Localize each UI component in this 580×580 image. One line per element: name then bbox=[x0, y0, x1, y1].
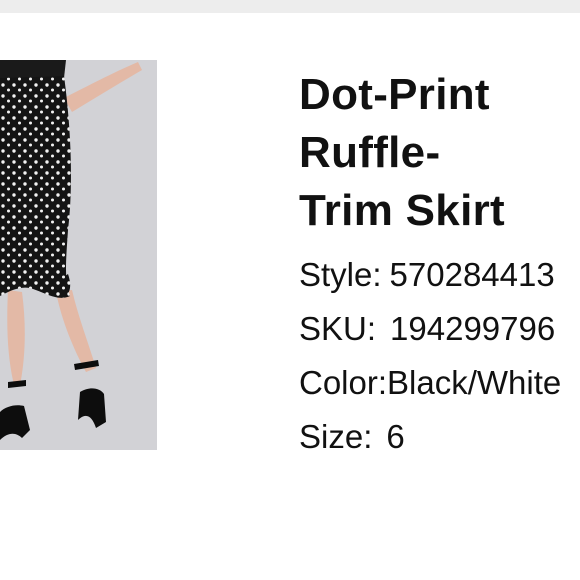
style-label: Style: bbox=[299, 256, 382, 293]
sku-value: 194299796 bbox=[390, 310, 556, 347]
size-value: 6 bbox=[386, 418, 405, 455]
size-row: Size: 6 bbox=[299, 410, 580, 464]
sku-row: SKU: 194299796 bbox=[299, 302, 580, 356]
top-bar bbox=[0, 0, 580, 13]
color-value: Black/White bbox=[387, 364, 562, 401]
style-row: Style: 570284413 bbox=[299, 248, 580, 302]
skirt-photo bbox=[0, 60, 157, 450]
sku-label: SKU: bbox=[299, 310, 377, 347]
color-row: Color:Black/White bbox=[299, 356, 580, 410]
size-label: Size: bbox=[299, 418, 373, 455]
product-title: Dot-Print Ruffle- Trim Skirt bbox=[299, 70, 505, 235]
color-label: Color: bbox=[299, 364, 388, 401]
style-value: 570284413 bbox=[389, 256, 555, 293]
product-card: Dot-Print Ruffle- Trim Skirt Style: 57028… bbox=[0, 0, 580, 580]
product-details: Dot-Print Ruffle- Trim Skirt Style: 57028… bbox=[299, 66, 580, 464]
product-image[interactable] bbox=[0, 60, 157, 450]
